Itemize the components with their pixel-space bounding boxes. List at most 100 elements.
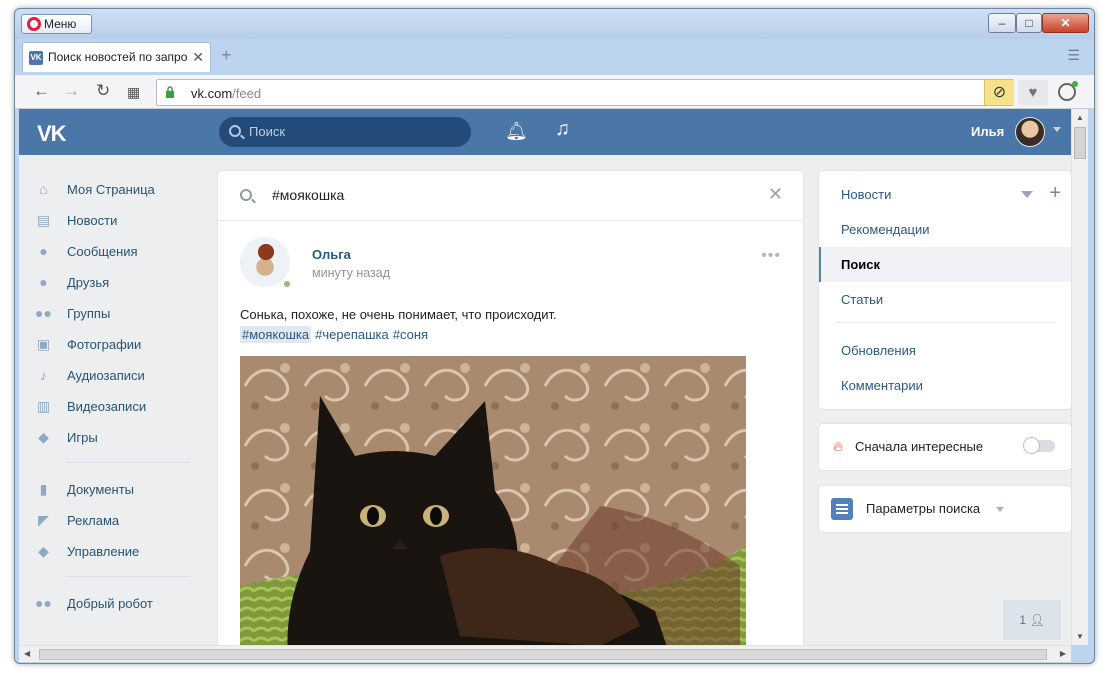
film-icon: ▥ xyxy=(36,398,51,414)
toggle-knob xyxy=(1023,437,1040,454)
hashtag-link[interactable]: #соня xyxy=(393,327,428,342)
url-field[interactable]: vk.com/feed xyxy=(156,79,1014,106)
clear-search-icon[interactable]: ✕ xyxy=(768,184,783,205)
user-icon: 👤︎ xyxy=(1029,613,1045,627)
scroll-down-icon[interactable]: ▼ xyxy=(1076,632,1084,641)
url-host: vk.com xyxy=(191,86,233,101)
cat-photo-image xyxy=(240,356,746,645)
user-name[interactable]: Илья xyxy=(971,124,1004,139)
minimize-button[interactable]: – xyxy=(988,13,1016,33)
filter-icon[interactable] xyxy=(1021,191,1033,198)
url-text: vk.com/feed xyxy=(191,86,261,101)
close-icon: ✕ xyxy=(1060,16,1071,30)
chevron-down-icon xyxy=(996,507,1004,512)
opera-logo-icon xyxy=(27,17,41,31)
menu-item-updates[interactable]: Обновления xyxy=(819,333,1071,368)
address-bar-row: ← → ↻ ▦ vk.com/feed ⊘ ♥ xyxy=(15,75,1094,109)
user-avatar[interactable] xyxy=(1015,117,1045,147)
post-photo[interactable] xyxy=(240,356,746,645)
interesting-first-label: Сначала интересные xyxy=(855,439,984,454)
menu-item-news[interactable]: Новости + xyxy=(819,177,1071,212)
group-icon: ●● xyxy=(35,595,52,611)
post-author-name[interactable]: Ольга xyxy=(312,247,351,262)
scroll-right-icon[interactable]: ▶ xyxy=(1060,649,1066,658)
menu-label: Статьи xyxy=(841,292,884,307)
horizontal-scroll-thumb[interactable] xyxy=(39,649,1047,660)
interesting-first-box: 🔥︎ Сначала интересные xyxy=(819,424,1071,470)
scroll-up-icon[interactable]: ▲ xyxy=(1076,113,1084,122)
nav-item-photos[interactable]: ▣ Фотографии xyxy=(19,330,199,361)
menu-item-search[interactable]: Поиск xyxy=(819,247,1071,282)
menu-item-recommendations[interactable]: Рекомендации xyxy=(819,212,1071,247)
nav-item-messages[interactable]: ● Сообщения xyxy=(19,237,199,268)
url-path: /feed xyxy=(232,86,262,101)
nav-item-groups[interactable]: ●● Группы xyxy=(19,299,199,330)
tab-close-icon[interactable]: ✕ xyxy=(192,49,204,66)
chat-count: 1 xyxy=(1019,613,1027,627)
nav-divider xyxy=(65,462,191,463)
hashtag-link[interactable]: #черепашка xyxy=(315,327,389,342)
vertical-scroll-thumb[interactable] xyxy=(1074,127,1086,159)
search-params-box[interactable]: Параметры поиска xyxy=(819,486,1071,532)
menu-label: Поиск xyxy=(841,257,881,272)
menu-label: Меню xyxy=(44,17,77,31)
chat-online-counter[interactable]: 1 👤︎ xyxy=(1003,600,1061,640)
nav-label: Добрый робот xyxy=(67,596,153,611)
hashtag-link[interactable]: #моякошка xyxy=(240,326,312,343)
maximize-icon: □ xyxy=(1025,16,1033,30)
messages-icon: ● xyxy=(39,243,48,259)
page-viewport: VK Поиск 🔔︎ ♫ Илья ⌂ Моя Страница ▤ Новост… xyxy=(19,109,1071,645)
opera-menu-button[interactable]: Меню xyxy=(21,14,92,34)
nav-item-my-page[interactable]: ⌂ Моя Страница xyxy=(19,175,199,206)
vk-search-input[interactable]: Поиск xyxy=(219,117,471,147)
forward-arrow-icon[interactable]: → xyxy=(63,81,80,101)
menu-item-comments[interactable]: Комментарии xyxy=(819,368,1071,403)
post-time[interactable]: минуту назад xyxy=(312,266,390,280)
nav-item-ads[interactable]: ◤ Реклама xyxy=(19,506,199,537)
vertical-scrollbar[interactable]: ▲ ▼ xyxy=(1071,109,1088,645)
maximize-button[interactable]: □ xyxy=(1016,13,1042,33)
nav-item-good-robot[interactable]: ●● Добрый робот xyxy=(19,589,199,620)
minimize-icon: – xyxy=(998,16,1006,30)
reload-icon[interactable]: ↻ xyxy=(96,81,110,101)
add-list-plus-icon[interactable]: + xyxy=(1049,182,1061,205)
music-icon: ♪ xyxy=(40,367,47,383)
vk-logo[interactable]: VK xyxy=(37,121,67,147)
close-window-button[interactable]: ✕ xyxy=(1042,13,1089,33)
menu-label: Новости xyxy=(841,187,892,202)
nav-item-news[interactable]: ▤ Новости xyxy=(19,206,199,237)
nav-item-documents[interactable]: ▮ Документы xyxy=(19,475,199,506)
post-more-icon[interactable]: ••• xyxy=(761,247,781,265)
menu-item-articles[interactable]: Статьи xyxy=(819,282,1071,317)
feed-search-query[interactable]: #моякошка xyxy=(272,187,344,203)
speed-dial-grid-icon[interactable]: ▦ xyxy=(127,84,140,101)
tab-menu-icon[interactable]: ☰ xyxy=(1067,47,1080,64)
nav-label: Фотографии xyxy=(67,337,142,352)
gamepad-icon: ◆ xyxy=(38,543,49,559)
chevron-down-icon[interactable] xyxy=(1053,127,1061,132)
feed-search-field[interactable]: #моякошка ✕ xyxy=(218,171,803,221)
nav-item-audio[interactable]: ♪ Аудиозаписи xyxy=(19,361,199,392)
groups-icon: ●● xyxy=(35,305,52,321)
interesting-first-toggle[interactable] xyxy=(1023,437,1055,454)
tab-vk-search[interactable]: VK Поиск новостей по запро ✕ xyxy=(22,42,211,72)
search-icon xyxy=(240,189,252,201)
adblock-icon[interactable]: ⊘ xyxy=(984,80,1014,105)
menu-label: Комментарии xyxy=(841,378,923,393)
menu-label: Рекомендации xyxy=(841,222,930,237)
nav-item-video[interactable]: ▥ Видеозаписи xyxy=(19,392,199,423)
nav-item-manage[interactable]: ◆ Управление xyxy=(19,537,199,568)
camera-icon: ▣ xyxy=(36,336,51,352)
notifications-bell-icon[interactable]: 🔔︎ xyxy=(505,121,528,142)
search-placeholder: Поиск xyxy=(249,124,286,139)
new-tab-plus-icon[interactable]: + xyxy=(221,45,232,66)
nav-item-games[interactable]: ◆ Игры xyxy=(19,423,199,454)
back-arrow-icon[interactable]: ← xyxy=(33,81,50,101)
music-player-icon[interactable]: ♫ xyxy=(555,118,570,141)
heart-icon[interactable]: ♥ xyxy=(1018,80,1048,105)
megaphone-icon: ◤ xyxy=(38,512,49,528)
horizontal-scrollbar[interactable]: ◀ ▶ xyxy=(19,645,1071,662)
scroll-left-icon[interactable]: ◀ xyxy=(24,649,30,658)
download-icon[interactable] xyxy=(1058,81,1078,101)
nav-item-friends[interactable]: ● Друзья xyxy=(19,268,199,299)
